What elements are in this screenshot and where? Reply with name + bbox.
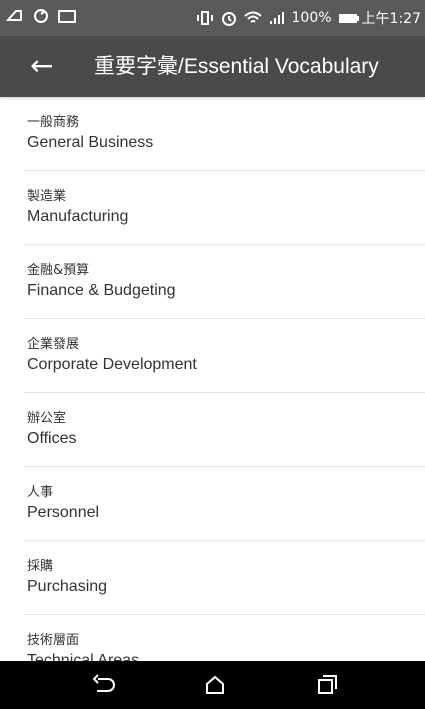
status-bar: 100% 上午1:27 xyxy=(0,0,425,36)
page-title: 重要字彙/Essential Vocabulary xyxy=(94,55,379,78)
list-item[interactable]: 技術層面 Technical Areas xyxy=(24,615,425,661)
battery-percentage: 100% xyxy=(291,10,332,26)
nav-home-icon xyxy=(206,675,224,694)
list-item-zh-label: 辦公室 xyxy=(27,411,67,426)
list-item-en-label: Offices xyxy=(27,430,77,447)
status-right-icons: 100% 上午1:27 xyxy=(196,8,421,28)
system-navigation-bar xyxy=(0,661,425,709)
list-item-zh-label: 人事 xyxy=(27,485,54,500)
list-item-zh-label: 企業發展 xyxy=(27,337,80,352)
back-button[interactable]: ← xyxy=(30,50,64,82)
list-item[interactable]: 辦公室 Offices xyxy=(24,393,425,467)
sync-icon xyxy=(32,8,50,24)
list-item-zh-label: 一般商務 xyxy=(27,115,80,130)
list-item[interactable]: 製造業 Manufacturing xyxy=(24,171,425,245)
list-item-zh-label: 金融&預算 xyxy=(27,263,90,278)
list-item[interactable]: 採購 Purchasing xyxy=(24,541,425,615)
list-item[interactable]: 金融&預算 Finance & Budgeting xyxy=(24,245,425,319)
vibrate-icon xyxy=(196,10,214,26)
battery-icon xyxy=(338,10,359,26)
arrow-left-icon: ← xyxy=(30,49,54,82)
notification-icon xyxy=(5,8,24,24)
nav-back-button[interactable] xyxy=(90,673,116,697)
wifi-icon xyxy=(243,10,262,26)
list-item[interactable]: 企業發展 Corporate Development xyxy=(24,319,425,393)
app-bar: ← 重要字彙/Essential Vocabulary xyxy=(0,36,425,97)
list-item-en-label: Personnel xyxy=(27,504,100,521)
list-item-en-label: General Business xyxy=(27,134,154,151)
nav-home-button[interactable] xyxy=(202,673,228,697)
list-item[interactable]: 一般商務 General Business xyxy=(24,97,425,171)
status-time: 上午1:27 xyxy=(361,11,421,27)
alarm-icon xyxy=(220,10,238,26)
image-icon xyxy=(58,8,76,24)
nav-recents-button[interactable] xyxy=(314,673,340,697)
list-item-zh-label: 技術層面 xyxy=(27,633,80,648)
list-item-en-label: Technical Areas xyxy=(27,652,140,661)
signal-icon xyxy=(268,10,286,26)
list-item-zh-label: 採購 xyxy=(27,559,54,574)
list-item[interactable]: 人事 Personnel xyxy=(24,467,425,541)
list-item-en-label: Purchasing xyxy=(27,578,108,595)
nav-recents-icon xyxy=(318,675,337,694)
nav-back-icon xyxy=(92,674,115,692)
vocabulary-category-list: 一般商務 General Business 製造業 Manufacturing … xyxy=(0,97,425,661)
status-left-icons xyxy=(5,8,76,24)
list-item-en-label: Manufacturing xyxy=(27,208,129,225)
list-item-zh-label: 製造業 xyxy=(27,189,67,204)
list-item-en-label: Finance & Budgeting xyxy=(27,282,176,299)
list-item-en-label: Corporate Development xyxy=(27,356,197,373)
